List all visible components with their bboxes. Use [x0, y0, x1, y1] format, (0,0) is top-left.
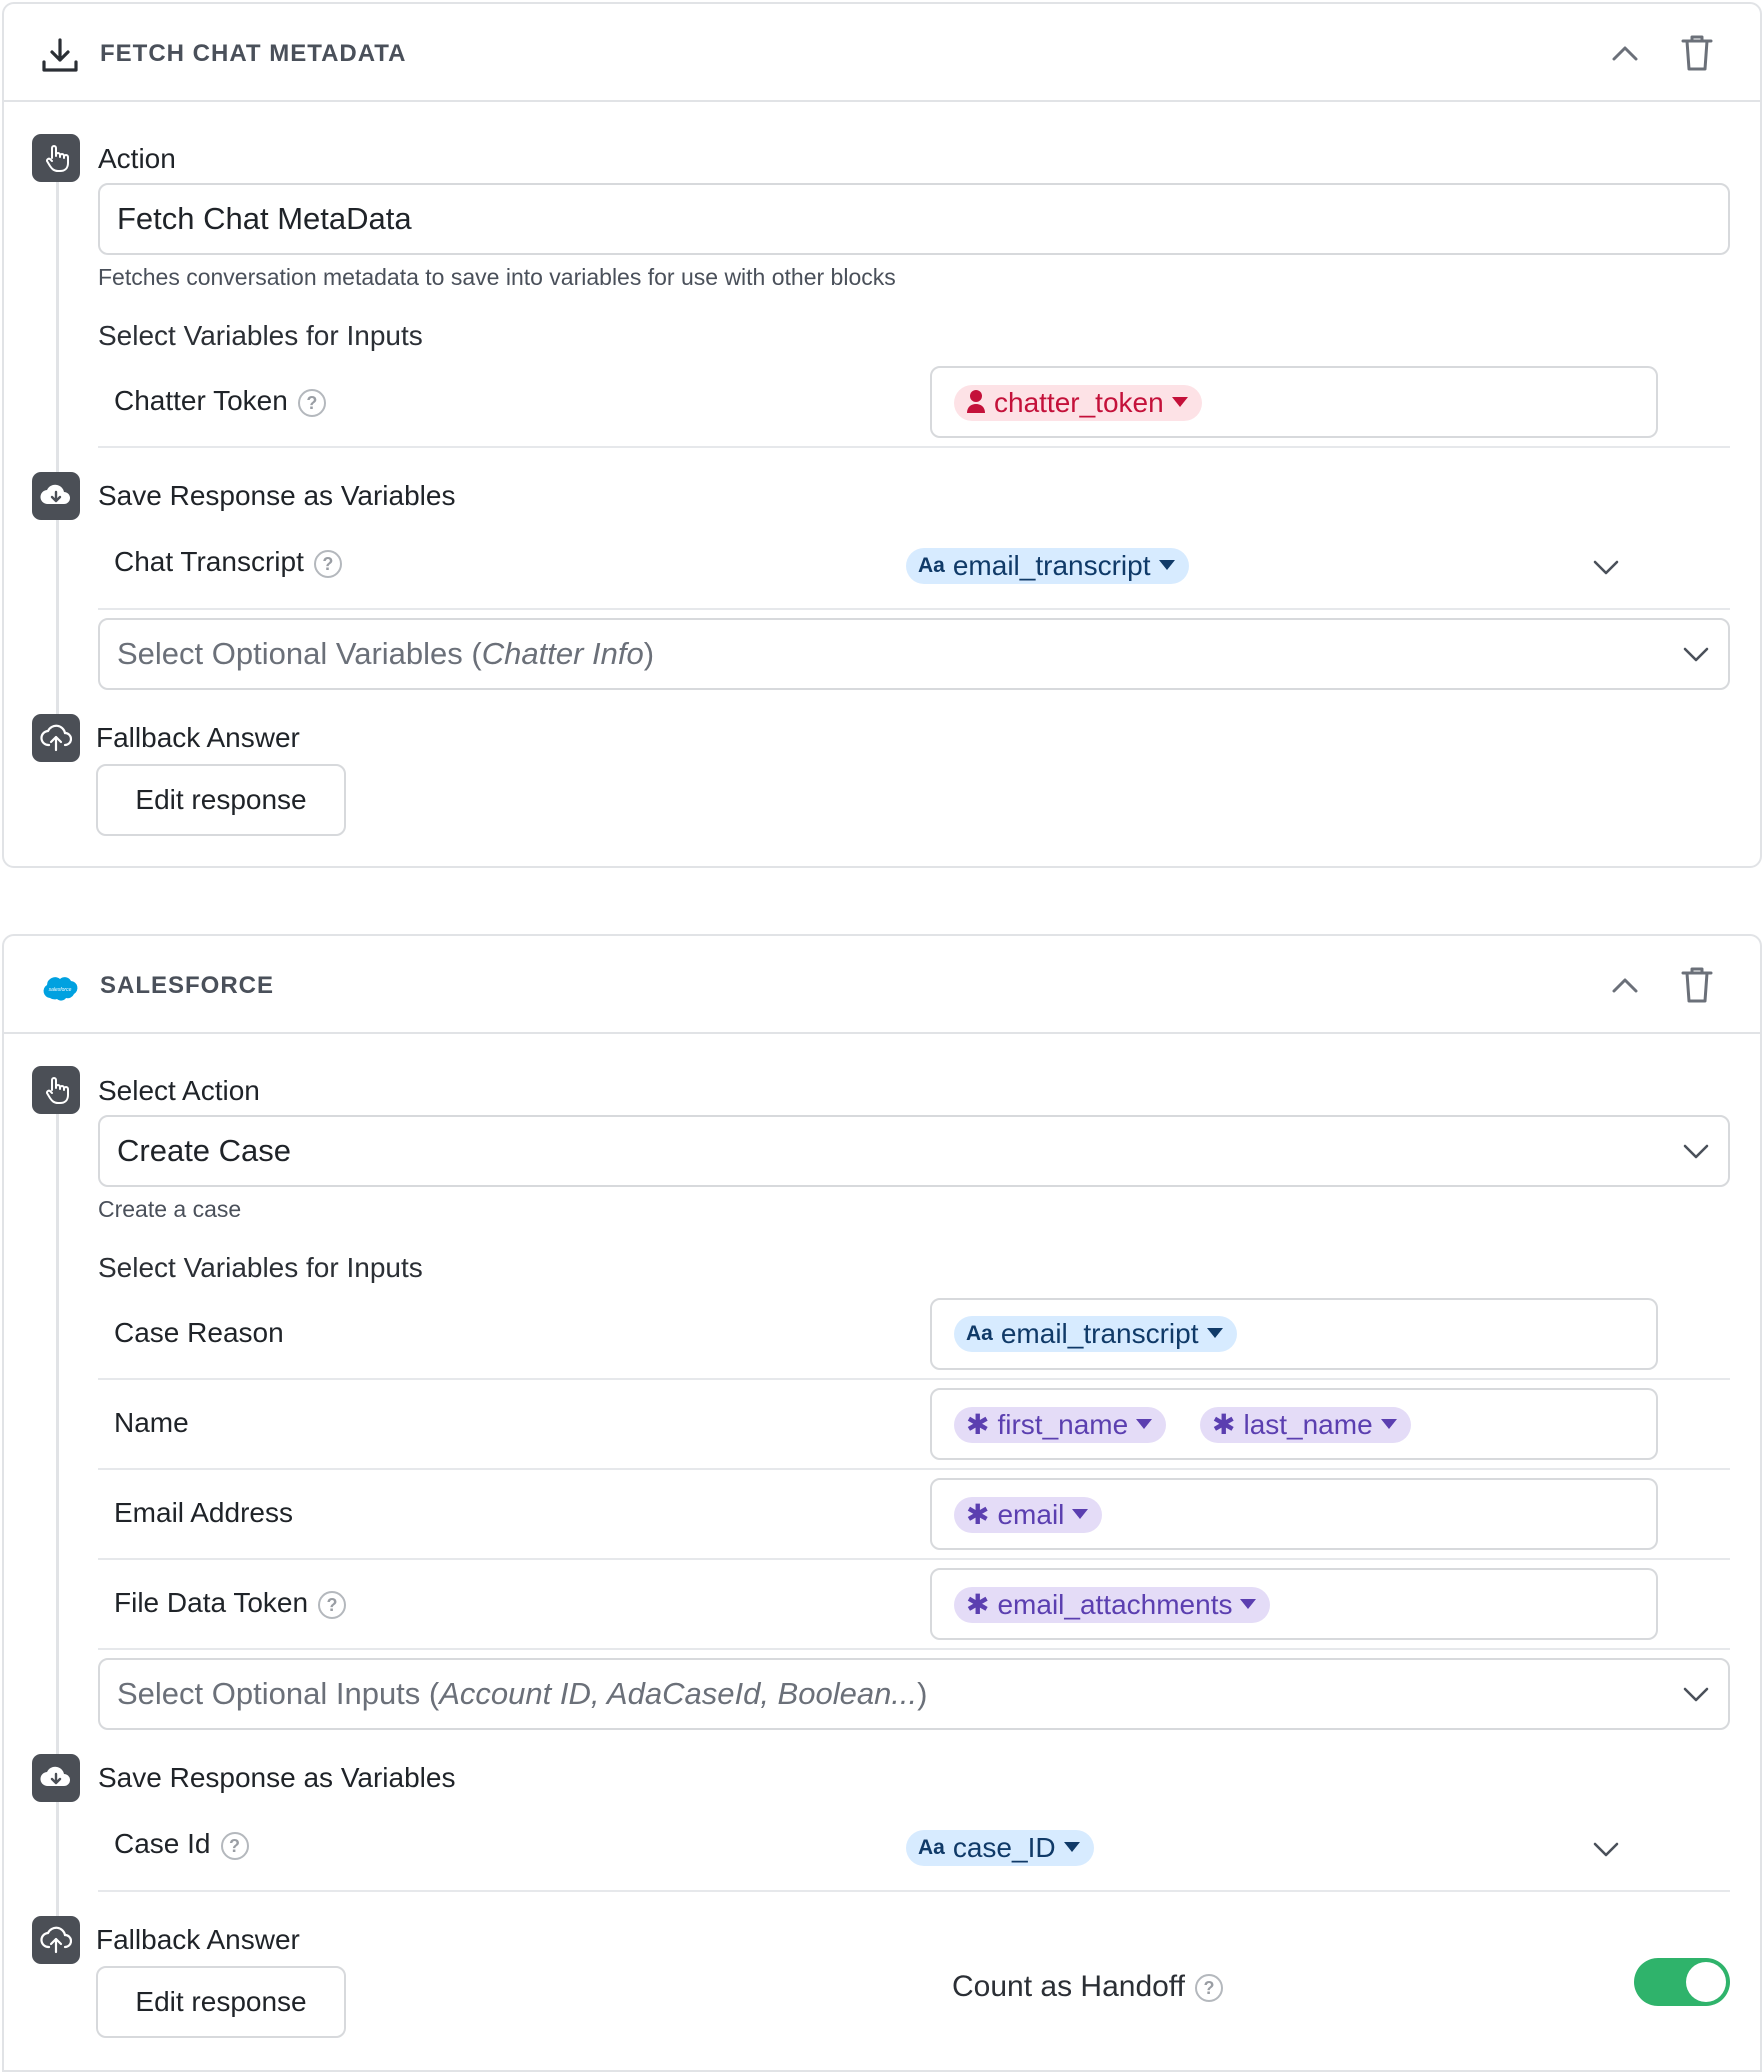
help-icon[interactable]: ? [220, 1831, 249, 1860]
chevron-down-icon[interactable] [1682, 645, 1710, 663]
case-reason-label: Case Reason [114, 1317, 284, 1348]
count-as-handoff-label: Count as Handoff? [952, 1970, 1223, 2004]
divider [98, 1378, 1730, 1380]
action-helper-text: Fetches conversation metadata to save in… [98, 264, 896, 290]
caret-down-icon [1136, 1418, 1153, 1429]
optional-inputs-select[interactable]: Select Optional Inputs (Account ID, AdaC… [98, 1658, 1730, 1730]
caret-down-icon [1063, 1841, 1080, 1852]
divider [98, 1468, 1730, 1470]
chatter-token-pill[interactable]: chatter_token [954, 385, 1202, 421]
fallback-label: Fallback Answer [96, 722, 300, 753]
download-cloud-icon [40, 484, 70, 505]
divider [98, 608, 1730, 610]
trash-icon[interactable] [1680, 34, 1714, 72]
step-timeline [56, 1112, 59, 1930]
last-name-pill[interactable]: ✱ last_name [1200, 1407, 1411, 1443]
chevron-down-icon[interactable] [1592, 1840, 1620, 1858]
chatter-token-label: Chatter Token? [114, 385, 326, 417]
action-step-icon [32, 1066, 80, 1114]
help-icon[interactable]: ? [318, 1590, 347, 1619]
collapse-chevron-up-icon[interactable] [1610, 974, 1640, 996]
first-name-pill[interactable]: ✱ first_name [954, 1407, 1167, 1443]
case-id-pill[interactable]: Aa case_ID [906, 1830, 1094, 1866]
asterisk-icon: ✱ [1212, 1409, 1236, 1440]
chevron-down-icon[interactable] [1592, 558, 1620, 576]
case-reason-pill[interactable]: Aa email_transcript [954, 1316, 1237, 1352]
divider [98, 446, 1730, 448]
block-title: SALESFORCE [100, 972, 275, 999]
card-header: FETCH CHAT METADATA [4, 4, 1760, 102]
svg-text:salesforce: salesforce [49, 987, 72, 993]
file-data-token-label: File Data Token? [114, 1587, 347, 1619]
fallback-step-icon [32, 1916, 80, 1964]
help-icon[interactable]: ? [1194, 1974, 1223, 2003]
asterisk-icon: ✱ [966, 1409, 990, 1440]
divider [98, 1648, 1730, 1650]
save-heading: Save Response as Variables [98, 480, 456, 511]
save-step-icon [32, 472, 80, 520]
optional-variables-select[interactable]: Select Optional Variables (Chatter Info) [98, 618, 1730, 690]
action-select[interactable]: Create Case [98, 1115, 1730, 1187]
select-action-label: Select Action [98, 1075, 260, 1106]
help-icon[interactable]: ? [297, 388, 326, 417]
trash-icon[interactable] [1680, 966, 1714, 1004]
case-id-label: Case Id? [114, 1828, 249, 1860]
email-pill[interactable]: ✱ email [954, 1497, 1103, 1533]
card-header: salesforce SALESFORCE [4, 936, 1760, 1034]
action-step-icon [32, 134, 80, 182]
upload-cloud-icon [40, 724, 72, 752]
asterisk-icon: ✱ [966, 1499, 990, 1530]
upload-cloud-icon [40, 1926, 72, 1954]
email-attachments-pill[interactable]: ✱ email_attachments [954, 1587, 1271, 1623]
step-timeline [56, 180, 59, 720]
chevron-down-icon[interactable] [1682, 1142, 1710, 1160]
pointer-hand-icon [46, 1077, 69, 1104]
divider [98, 1558, 1730, 1560]
caret-down-icon [1171, 396, 1188, 407]
toggle-knob [1686, 1962, 1726, 2002]
save-step-icon [32, 1754, 80, 1802]
count-as-handoff-toggle[interactable] [1634, 1958, 1730, 2006]
pointer-hand-icon [46, 145, 69, 172]
save-heading: Save Response as Variables [98, 1762, 456, 1793]
caret-down-icon [1206, 1327, 1223, 1338]
person-icon [967, 390, 985, 413]
text-type-badge: Aa [918, 554, 945, 577]
chat-transcript-pill[interactable]: Aa email_transcript [906, 548, 1189, 584]
action-label: Action [98, 143, 176, 174]
edit-response-button[interactable]: Edit response [96, 1966, 346, 2038]
salesforce-cloud-icon: salesforce [43, 977, 78, 1001]
help-icon[interactable]: ? [313, 549, 342, 578]
block-title: FETCH CHAT METADATA [100, 40, 407, 67]
collapse-chevron-up-icon[interactable] [1610, 42, 1640, 64]
download-cloud-icon [40, 1766, 70, 1787]
caret-down-icon [1380, 1418, 1397, 1429]
asterisk-icon: ✱ [966, 1589, 990, 1620]
download-icon [42, 38, 78, 72]
action-helper-text: Create a case [98, 1196, 242, 1222]
inputs-heading: Select Variables for Inputs [98, 320, 423, 351]
fallback-step-icon [32, 714, 80, 762]
inputs-heading: Select Variables for Inputs [98, 1252, 423, 1283]
caret-down-icon [1158, 559, 1175, 570]
divider [98, 1890, 1730, 1892]
action-field[interactable]: Fetch Chat MetaData [98, 183, 1730, 255]
fallback-label: Fallback Answer [96, 1924, 300, 1955]
text-type-badge: Aa [918, 1836, 945, 1859]
caret-down-icon [1072, 1508, 1089, 1519]
caret-down-icon [1240, 1598, 1257, 1609]
text-type-badge: Aa [966, 1322, 993, 1345]
name-label: Name [114, 1407, 189, 1438]
chevron-down-icon[interactable] [1682, 1685, 1710, 1703]
email-address-label: Email Address [114, 1497, 293, 1528]
edit-response-button[interactable]: Edit response [96, 764, 346, 836]
chat-transcript-label: Chat Transcript? [114, 546, 342, 578]
